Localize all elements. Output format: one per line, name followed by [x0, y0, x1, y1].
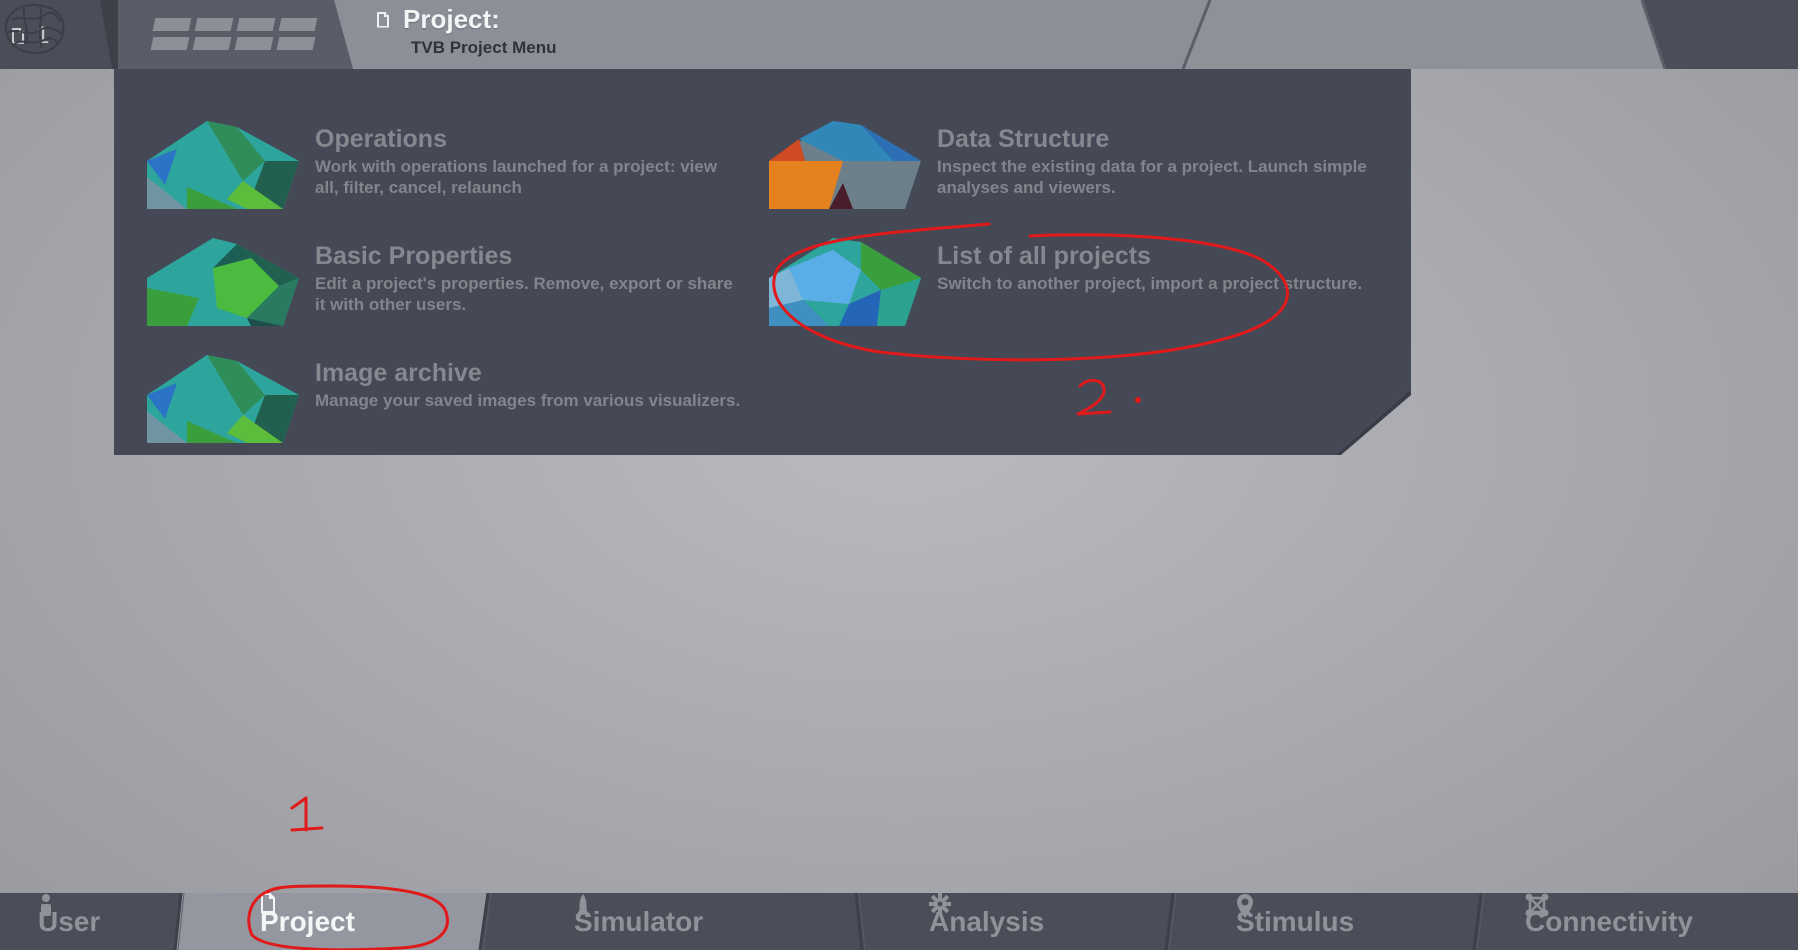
page-header: Project: TVB Project Menu: [377, 4, 556, 58]
image-archive-icon: [147, 355, 299, 443]
operations-icon: [147, 121, 299, 209]
pin-icon: [1237, 894, 1253, 918]
nav-tab-connectivity[interactable]: Connectivity: [1525, 893, 1693, 950]
data-structure-icon: [769, 121, 921, 209]
nav-tab-label: Connectivity: [1525, 905, 1694, 937]
user-icon: [41, 894, 51, 916]
rocket-icon: [576, 894, 590, 917]
nav-tab-simulator[interactable]: Simulator: [574, 893, 703, 950]
top-bar: 1 Project: TVB Project Menu: [0, 0, 1798, 69]
grid-menu-icon[interactable]: [150, 17, 318, 51]
menu-item-label: Basic Properties: [315, 242, 513, 270]
menu-item-basic-properties[interactable]: Basic Properties Edit a project's proper…: [147, 238, 757, 338]
menu-item-label: Data Structure: [937, 125, 1110, 153]
project-menu-panel: Operations Work with operations launched…: [114, 69, 1411, 455]
menu-item-list-of-all-projects[interactable]: List of all projects Switch to another p…: [769, 238, 1379, 338]
document-icon: [377, 11, 389, 28]
menu-item-description: Switch to another project, import a proj…: [937, 274, 1363, 293]
nav-tab-project[interactable]: Project: [260, 893, 355, 950]
menu-item-description: Inspect the existing data for a project.…: [937, 157, 1367, 197]
basic-properties-icon: [147, 238, 299, 326]
menu-item-description: Edit a project's properties. Remove, exp…: [315, 274, 733, 314]
document-icon: [261, 893, 275, 913]
menu-item-data-structure[interactable]: Data Structure Inspect the existing data…: [769, 121, 1379, 221]
bottom-navigation: User Project Simulator Analysis Stimulus: [0, 893, 1798, 950]
page-title: Project:: [403, 4, 500, 34]
menu-item-description: Work with operations launched for a proj…: [315, 157, 718, 197]
menu-item-label: Image archive: [315, 359, 482, 387]
list-of-projects-icon: [769, 238, 921, 326]
nav-tab-analysis[interactable]: Analysis: [929, 893, 1044, 950]
menu-item-operations[interactable]: Operations Work with operations launched…: [147, 121, 757, 221]
menu-item-description: Manage your saved images from various vi…: [315, 391, 741, 410]
gear-icon: [929, 893, 951, 915]
brain-logo-icon[interactable]: [0, 0, 68, 58]
menu-item-label: List of all projects: [937, 242, 1151, 270]
nav-tab-stimulus[interactable]: Stimulus: [1236, 893, 1354, 950]
page-subtitle: TVB Project Menu: [411, 38, 557, 57]
menu-item-image-archive[interactable]: Image archive Manage your saved images f…: [147, 355, 757, 455]
network-icon: [1525, 893, 1549, 917]
menu-item-label: Operations: [315, 125, 447, 153]
nav-tab-user[interactable]: User: [38, 893, 100, 950]
nav-tab-label: Simulator: [574, 905, 704, 937]
annotation-number-1: [290, 796, 324, 832]
